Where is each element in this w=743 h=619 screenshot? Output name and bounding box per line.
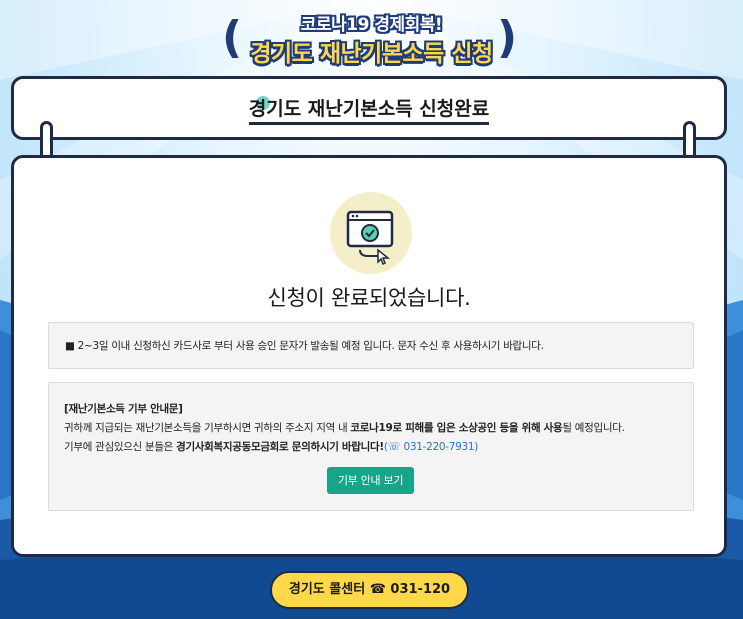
browser-check-icon [346, 210, 394, 266]
donation-phone-link[interactable]: (☏ 031-220-7931) [384, 441, 479, 453]
completion-icon [330, 192, 412, 274]
call-center-button[interactable]: 경기도 콜센터 ☎ 031-120 [270, 571, 469, 609]
header-subtitle: 코로나19 경제회복! [300, 15, 443, 35]
main-card: 신청이 완료되었습니다. ■ 2~3일 이내 신청하신 카드사로 부터 사용 승… [11, 155, 727, 557]
donation-line1-prefix: 귀하께 지급되는 재난기본소득을 기부하시면 귀하의 주소지 지역 내 [64, 422, 351, 434]
donation-line2-prefix: 기부에 관심있으신 분들은 [64, 441, 177, 453]
donation-line1-bold: 코로나19로 피해를 입은 소상공인 등을 위해 사용 [350, 422, 563, 434]
completion-message: 신청이 완료되었습니다. [267, 286, 471, 310]
donation-line2-bold: 경기사회복지공동모금회로 문의하시기 바랍니다! [176, 441, 384, 453]
donation-guide-button[interactable]: 기부 안내 보기 [327, 467, 414, 494]
sms-notice: ■ 2~3일 이내 신청하신 카드사로 부터 사용 승인 문자가 발송될 예정 … [48, 322, 694, 369]
donation-line1-suffix: 될 예정입니다. [562, 422, 625, 434]
donation-heading: [재난기본소득 기부 안내문] [64, 403, 183, 415]
page-title-text: 경기도 재난기본소득 신청완료 [248, 98, 490, 125]
header-title: 경기도 재난기본소득 신청 [250, 41, 493, 67]
donation-line-2: 기부에 관심있으신 분들은 경기사회복지공동모금회로 문의하시기 바랍니다!(☏… [64, 438, 678, 457]
donation-notice: [재난기본소득 기부 안내문] 귀하께 지급되는 재난기본소득을 기부하시면 귀… [48, 382, 694, 511]
page-title: 경기도 재난기본소득 신청완료 [14, 94, 724, 125]
title-card: 경기도 재난기본소득 신청완료 [11, 76, 727, 140]
donation-line-1: 귀하께 지급되는 재난기본소득을 기부하시면 귀하의 주소지 지역 내 코로나1… [64, 419, 678, 438]
